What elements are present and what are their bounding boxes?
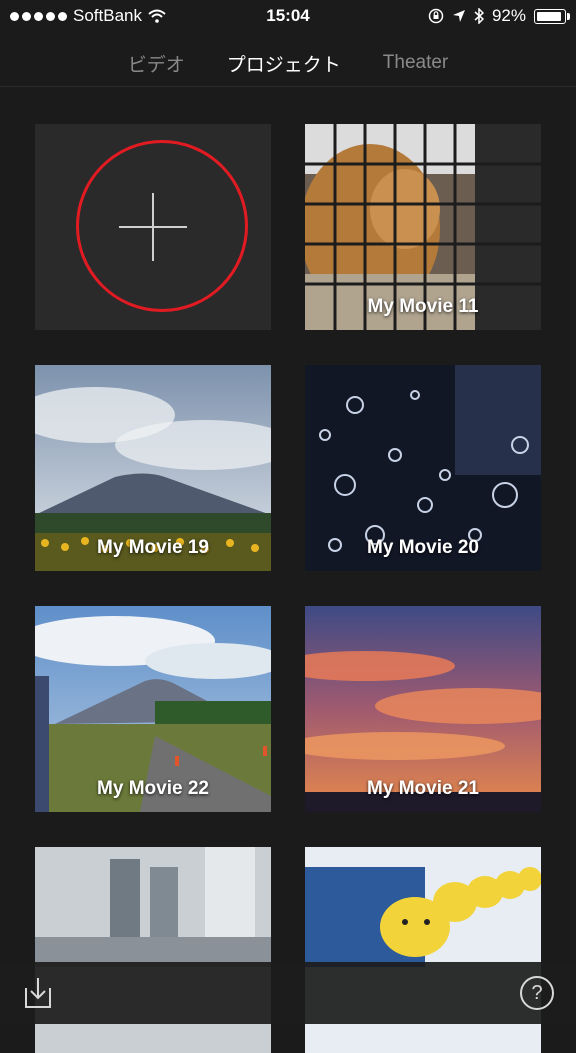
project-tile[interactable]: My Movie 21 [305, 606, 541, 812]
orientation-lock-icon [428, 8, 444, 24]
help-button[interactable]: ? [520, 976, 554, 1010]
tab-theater[interactable]: Theater [383, 52, 448, 74]
status-bar: SoftBank 15:04 92% [0, 0, 576, 34]
project-title: My Movie 20 [367, 537, 479, 558]
battery-level [537, 11, 561, 21]
project-title: My Movie 21 [367, 778, 479, 799]
plus-icon-vertical [152, 193, 154, 261]
import-button[interactable] [22, 976, 54, 1010]
location-arrow-icon [452, 10, 465, 22]
status-right: 92% [428, 6, 570, 26]
new-project-button[interactable] [35, 124, 271, 330]
project-title: My Movie 11 [367, 296, 479, 317]
project-tile[interactable]: My Movie 19 [35, 365, 271, 571]
tab-projects[interactable]: プロジェクト [227, 50, 341, 77]
battery-icon [534, 8, 570, 24]
project-title: My Movie 19 [97, 537, 209, 558]
import-icon [25, 978, 51, 1008]
project-tile[interactable]: My Movie 22 [35, 606, 271, 812]
battery-percent: 92% [491, 6, 526, 25]
project-tile[interactable]: My Movie 20 [305, 365, 541, 571]
tab-video[interactable]: ビデオ [128, 50, 185, 77]
project-title: My Movie 22 [97, 778, 209, 799]
bluetooth-icon [474, 8, 484, 24]
segmented-tabs: ビデオ プロジェクト Theater [0, 40, 576, 87]
project-tile[interactable]: My Movie 11 [305, 124, 541, 330]
bottom-toolbar: ? [0, 962, 576, 1024]
